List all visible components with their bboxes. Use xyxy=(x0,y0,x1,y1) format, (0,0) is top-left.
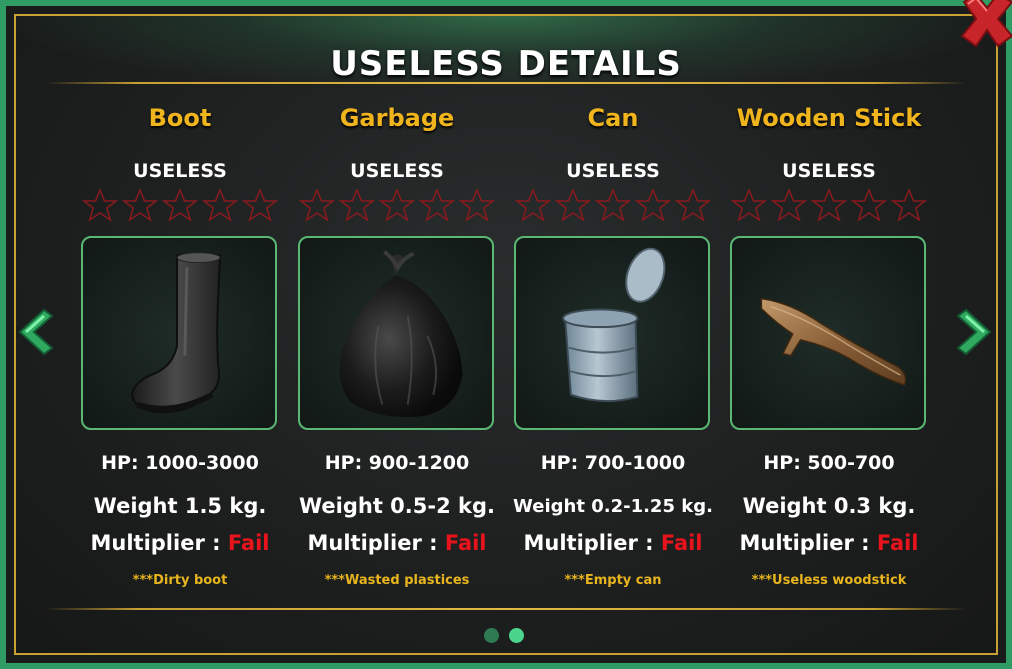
item-note: ***Useless woodstick xyxy=(751,573,907,588)
star-empty-icon xyxy=(122,188,158,222)
close-button[interactable] xyxy=(956,0,1012,48)
star-empty-icon xyxy=(595,188,631,222)
item-image-frame xyxy=(298,236,494,430)
rating-stars xyxy=(299,188,495,224)
tin-can-icon xyxy=(562,247,666,403)
item-hp: HP: 900-1200 xyxy=(324,452,470,474)
rating-stars xyxy=(515,188,711,224)
item-hp: HP: 700-1000 xyxy=(540,452,686,474)
rating-stars xyxy=(82,188,278,224)
panel-title: USELESS DETAILS xyxy=(330,44,682,84)
star-empty-icon xyxy=(162,188,198,222)
bottom-divider xyxy=(46,608,966,610)
item-image-frame xyxy=(730,236,926,430)
item-name: Can xyxy=(587,104,639,132)
item-card-garbage[interactable]: Garbage USELESS HP: 900-1200 Weight 0.5-… xyxy=(297,100,497,590)
item-rank: USELESS xyxy=(566,160,660,182)
star-empty-icon xyxy=(459,188,495,222)
item-rank: USELESS xyxy=(350,160,444,182)
multiplier-label: Multiplier : xyxy=(307,531,438,555)
item-rank: USELESS xyxy=(133,160,227,182)
item-hp: HP: 500-700 xyxy=(763,452,895,474)
star-empty-icon xyxy=(339,188,375,222)
previous-page-button[interactable] xyxy=(14,306,56,362)
item-hp: HP: 1000-3000 xyxy=(101,452,259,474)
page-dot-2[interactable] xyxy=(509,628,524,643)
multiplier-label: Multiplier : xyxy=(523,531,654,555)
garbage-bag-icon xyxy=(339,250,463,417)
star-empty-icon xyxy=(555,188,591,222)
item-note: ***Wasted plastices xyxy=(324,573,470,588)
star-empty-icon xyxy=(851,188,887,222)
next-page-button[interactable] xyxy=(954,306,996,362)
multiplier-value: Fail xyxy=(444,531,487,555)
rating-stars xyxy=(731,188,927,224)
item-multiplier: Multiplier : Fail xyxy=(493,531,733,555)
item-card-wooden-stick[interactable]: Wooden Stick USELESS HP: 500-700 Weight … xyxy=(729,100,929,590)
item-multiplier: Multiplier : Fail xyxy=(60,531,300,555)
item-card-boot[interactable]: Boot USELESS HP: 1000-3000 Weight 1.5 kg… xyxy=(80,100,280,590)
item-multiplier: Multiplier : Fail xyxy=(277,531,517,555)
star-empty-icon xyxy=(635,188,671,222)
item-card-can[interactable]: Can USELESS HP: 700-1000 Weight 0.2-1.25… xyxy=(513,100,713,590)
star-empty-icon xyxy=(811,188,847,222)
star-empty-icon xyxy=(202,188,238,222)
item-name: Garbage xyxy=(339,104,455,132)
boot-icon xyxy=(131,252,222,414)
item-name: Boot xyxy=(148,104,212,132)
multiplier-label: Multiplier : xyxy=(90,531,221,555)
item-image-frame xyxy=(514,236,710,430)
item-weight: Weight 0.3 kg. xyxy=(742,494,916,518)
star-empty-icon xyxy=(675,188,711,222)
star-empty-icon xyxy=(419,188,455,222)
multiplier-value: Fail xyxy=(227,531,270,555)
item-image-frame xyxy=(81,236,277,430)
star-empty-icon xyxy=(379,188,415,222)
chevron-right-icon xyxy=(956,308,992,356)
item-rank: USELESS xyxy=(782,160,876,182)
multiplier-value: Fail xyxy=(876,531,919,555)
star-empty-icon xyxy=(515,188,551,222)
wooden-stick-icon xyxy=(760,297,907,386)
multiplier-value: Fail xyxy=(660,531,703,555)
star-empty-icon xyxy=(82,188,118,222)
title-divider xyxy=(46,82,966,84)
item-multiplier: Multiplier : Fail xyxy=(709,531,949,555)
star-empty-icon xyxy=(299,188,335,222)
close-x-icon xyxy=(960,0,1012,48)
star-empty-icon xyxy=(771,188,807,222)
page-dot-1[interactable] xyxy=(484,628,499,643)
item-note: ***Dirty boot xyxy=(132,573,228,588)
item-name: Wooden Stick xyxy=(736,104,922,132)
star-empty-icon xyxy=(242,188,278,222)
star-empty-icon xyxy=(731,188,767,222)
chevron-left-icon xyxy=(18,308,54,356)
page-indicator xyxy=(484,628,524,643)
item-note: ***Empty can xyxy=(564,573,662,588)
star-empty-icon xyxy=(891,188,927,222)
multiplier-label: Multiplier : xyxy=(739,531,870,555)
